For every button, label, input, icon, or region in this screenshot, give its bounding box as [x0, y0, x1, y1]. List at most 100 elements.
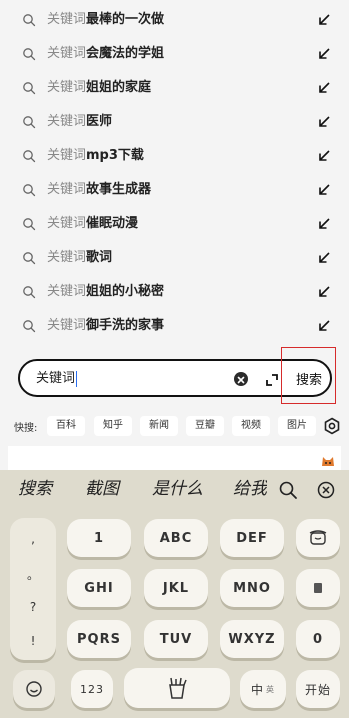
fill-arrow-icon[interactable] [317, 285, 331, 299]
toolbar-give-me[interactable]: 给我 [233, 476, 267, 502]
key-def[interactable]: DEF [220, 519, 284, 557]
search-icon [23, 150, 36, 163]
suggestion-item[interactable]: 关键词御手洗的家事 [0, 309, 349, 343]
chip-video[interactable]: 视频 [232, 416, 270, 436]
suggestion-text: 关键词御手洗的家事 [47, 309, 164, 343]
suggestion-text: 关键词姐姐的家庭 [47, 71, 151, 105]
key-ghi[interactable]: GHI [67, 569, 131, 607]
backspace-key[interactable] [296, 519, 340, 557]
suggestion-prefix: 关键词 [47, 148, 87, 163]
search-input[interactable]: 关键词 [36, 370, 78, 388]
key-jkl[interactable]: JKL [144, 569, 208, 607]
punctuation-panel: , 。 ? ! [10, 518, 56, 660]
fill-arrow-icon[interactable] [317, 81, 331, 95]
chip-zhihu[interactable]: 知乎 [94, 416, 132, 436]
suggestion-prefix: 关键词 [47, 284, 87, 299]
chip-baike[interactable]: 百科 [47, 416, 85, 436]
suggestion-text: 关键词mp3下载 [47, 139, 144, 173]
suggestion-query: 姐姐的家庭 [86, 80, 152, 95]
punct-period[interactable]: 。 [10, 566, 56, 583]
fill-arrow-icon[interactable] [317, 115, 331, 129]
clear-key[interactable] [296, 569, 340, 607]
keyboard-toolbar: 搜索 截图 是什么 给我 [0, 470, 349, 510]
fill-arrow-icon[interactable] [317, 217, 331, 231]
quick-search-bar: 快搜: 百科 知乎 新闻 豆瓣 视频 图片 [0, 407, 349, 445]
suggestion-query: mp3下载 [86, 148, 144, 163]
search-box[interactable]: 关键词 搜索 [18, 359, 332, 397]
suggestion-query: 医师 [86, 114, 113, 129]
suggestion-item[interactable]: 关键词医师 [0, 105, 349, 139]
search-icon [23, 116, 36, 129]
suggestion-item[interactable]: 关键词姐姐的小秘密 [0, 275, 349, 309]
suggestion-text: 关键词姐姐的小秘密 [47, 275, 164, 309]
key-0[interactable]: 0 [296, 620, 340, 658]
suggestion-prefix: 关键词 [47, 182, 87, 197]
suggestion-prefix: 关键词 [47, 318, 87, 333]
suggestion-item[interactable]: 关键词mp3下载 [0, 139, 349, 173]
suggestion-prefix: 关键词 [47, 80, 87, 95]
suggestion-text: 关键词最棒的一次做 [47, 3, 164, 37]
suggestion-item[interactable]: 关键词姐姐的家庭 [0, 71, 349, 105]
emoji-icon [26, 681, 42, 697]
key-tuv[interactable]: TUV [144, 620, 208, 658]
search-icon [23, 82, 36, 95]
suggestion-query: 催眠动漫 [86, 216, 139, 231]
suggestion-query: 姐姐的小秘密 [86, 284, 165, 299]
suggestion-prefix: 关键词 [47, 114, 87, 129]
clear-icon[interactable] [234, 372, 248, 386]
key-pqrs[interactable]: PQRS [67, 620, 131, 658]
toolbar-what-is[interactable]: 是什么 [152, 476, 203, 502]
lang-switch-key[interactable]: 中英 [240, 670, 286, 708]
fill-arrow-icon[interactable] [317, 251, 331, 265]
suggestion-item[interactable]: 关键词歌词 [0, 241, 349, 275]
chip-news[interactable]: 新闻 [140, 416, 178, 436]
space-key[interactable] [124, 668, 230, 708]
search-icon[interactable] [278, 480, 298, 500]
quick-search-label: 快搜: [14, 423, 38, 434]
key-123[interactable]: 123 [71, 670, 113, 708]
suggestion-item[interactable]: 关键词会魔法的学姐 [0, 37, 349, 71]
key-1[interactable]: 1 [67, 519, 131, 557]
suggestion-text: 关键词会魔法的学姐 [47, 37, 164, 71]
close-icon[interactable] [317, 481, 335, 499]
search-icon [23, 320, 36, 333]
toolbar-search[interactable]: 搜索 [18, 476, 52, 502]
suggestion-query: 故事生成器 [86, 182, 152, 197]
fill-arrow-icon[interactable] [317, 319, 331, 333]
suggestion-prefix: 关键词 [47, 216, 87, 231]
suggestion-item[interactable]: 关键词最棒的一次做 [0, 3, 349, 37]
suggestion-text: 关键词故事生成器 [47, 173, 151, 207]
search-button[interactable]: 搜索 [284, 361, 334, 395]
suggestion-list: 关键词最棒的一次做 关键词会魔法的学姐 关键词姐姐的家庭 关键词医师 关键词mp3下载关… [0, 0, 349, 343]
delete-icon [309, 530, 327, 545]
search-area: 关键词 搜索 [0, 343, 349, 407]
chip-douban[interactable]: 豆瓣 [186, 416, 224, 436]
toolbar-screenshot[interactable]: 截图 [85, 476, 119, 502]
emoji-key[interactable] [13, 670, 55, 708]
key-wxyz[interactable]: WXYZ [220, 620, 284, 658]
key-abc[interactable]: ABC [144, 519, 208, 557]
suggestion-query: 会魔法的学姐 [86, 46, 165, 61]
fill-arrow-icon[interactable] [317, 183, 331, 197]
punct-comma[interactable]: , [10, 532, 56, 546]
search-icon [23, 218, 36, 231]
fill-arrow-icon[interactable] [317, 13, 331, 27]
suggestion-item[interactable]: 关键词催眠动漫 [0, 207, 349, 241]
punct-question[interactable]: ? [10, 600, 56, 614]
search-input-value: 关键词 [36, 371, 76, 386]
chip-images[interactable]: 图片 [278, 416, 316, 436]
suggestion-item[interactable]: 关键词故事生成器 [0, 173, 349, 207]
suggestion-prefix: 关键词 [47, 250, 87, 265]
settings-icon[interactable] [323, 417, 341, 435]
key-mno[interactable]: MNO [220, 569, 284, 607]
suggestion-prefix: 关键词 [47, 46, 87, 61]
fill-arrow-icon[interactable] [317, 149, 331, 163]
expand-icon[interactable] [265, 372, 279, 386]
suggestion-text: 关键词医师 [47, 105, 112, 139]
cat-emoji-icon[interactable] [321, 452, 335, 466]
enter-key[interactable]: 开始 [296, 670, 340, 708]
fill-arrow-icon[interactable] [317, 47, 331, 61]
text-caret [76, 370, 78, 387]
punct-exclaim[interactable]: ! [10, 634, 56, 648]
suggestion-text: 关键词催眠动漫 [47, 207, 138, 241]
